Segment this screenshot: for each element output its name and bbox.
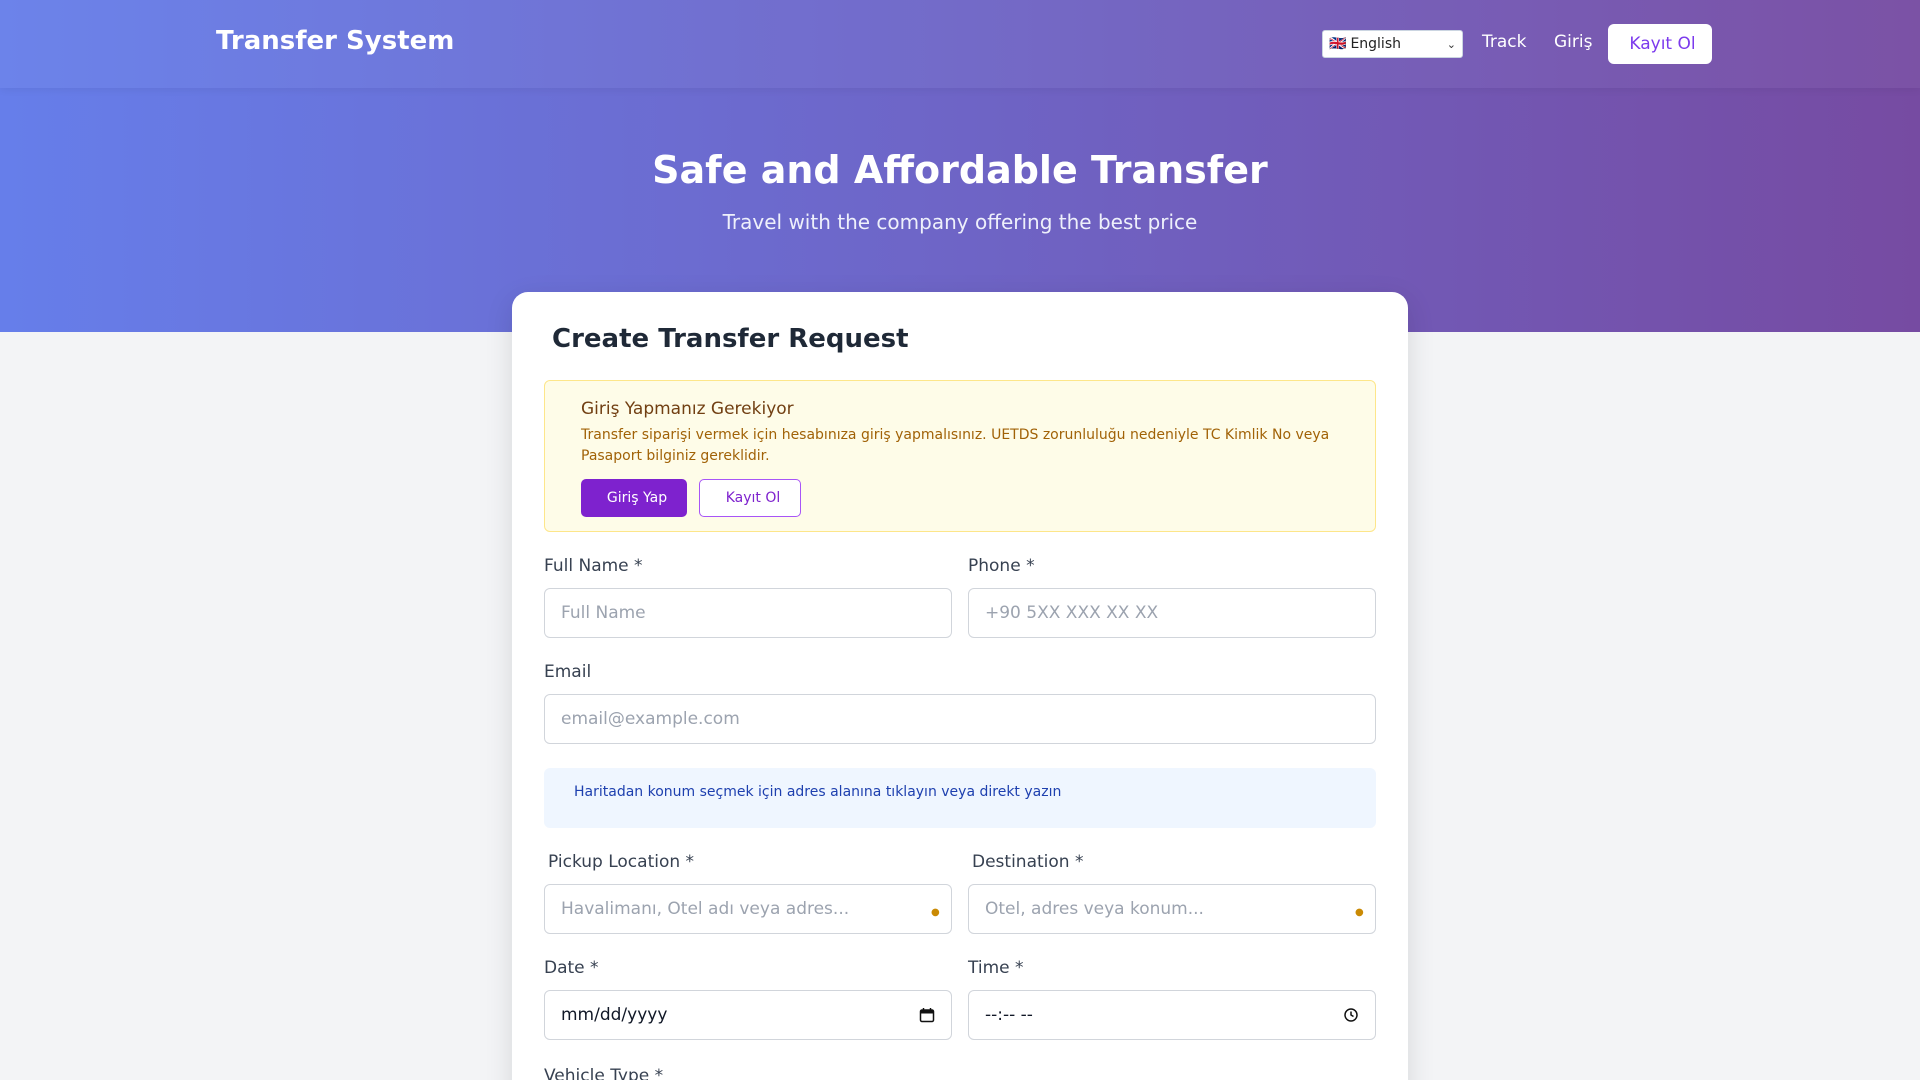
alert-login-label: Giriş Yap	[606, 490, 668, 506]
alert-text: Transfer siparişi vermek için hesabınıza…	[581, 427, 1330, 464]
transfer-form-card: Create Transfer Request Giriş Yapmanız G…	[512, 292, 1408, 1080]
full-name-placeholder: Full Name	[561, 603, 646, 623]
uk-flag-icon: 🇬🇧	[1329, 36, 1347, 52]
pickup-input[interactable]: Havalimanı, Otel adı veya adres... ●	[544, 884, 952, 934]
destination-label-text: Destination *	[972, 852, 1084, 872]
register-label: Kayıt Ol	[1629, 34, 1696, 54]
destination-label: Destination *	[968, 852, 1083, 872]
language-value: English	[1350, 36, 1401, 52]
calendar-icon[interactable]	[919, 1007, 935, 1023]
clock-icon[interactable]	[1343, 1007, 1359, 1023]
email-placeholder: email@example.com	[561, 709, 740, 729]
form-title-text: Create Transfer Request	[552, 324, 909, 354]
pickup-label-text: Pickup Location *	[548, 852, 695, 872]
phone-placeholder: +90 5XX XXX XX XX	[985, 603, 1159, 623]
track-link[interactable]: Track	[1478, 32, 1526, 52]
brand-name: Transfer System	[216, 26, 455, 56]
email-label: Email	[544, 662, 592, 682]
alert-login-button[interactable]: Giriş Yap	[581, 479, 687, 517]
hero-title: Safe and Affordable Transfer	[652, 148, 1268, 192]
destination-placeholder: Otel, adres veya konum...	[985, 899, 1204, 919]
time-value: --:-- --	[985, 1005, 1033, 1025]
full-name-input[interactable]: Full Name	[544, 588, 952, 638]
map-info-box: Haritadan konum seçmek için adres alanın…	[544, 768, 1376, 828]
track-label: Track	[1482, 32, 1527, 52]
vehicle-type-label: Vehicle Type *	[544, 1066, 664, 1080]
login-label: Giriş	[1554, 32, 1593, 52]
date-value: mm/dd/yyyy	[561, 1005, 668, 1025]
destination-input[interactable]: Otel, adres veya konum... ●	[968, 884, 1376, 934]
language-select[interactable]: 🇬🇧 English ⌄	[1322, 30, 1463, 58]
alert-register-label: Kayıt Ol	[725, 490, 781, 506]
register-button[interactable]: Kayıt Ol	[1608, 24, 1712, 64]
login-required-alert: Giriş Yapmanız Gerekiyor Transfer sipari…	[544, 380, 1376, 532]
navbar: Transfer System 🇬🇧 English ⌄ Track Giriş…	[0, 0, 1920, 88]
brand[interactable]: Transfer System	[208, 26, 454, 56]
time-input[interactable]: --:-- --	[968, 990, 1376, 1040]
form-title: Create Transfer Request	[544, 324, 909, 354]
phone-input[interactable]: +90 5XX XXX XX XX	[968, 588, 1376, 638]
alert-title: Giriş Yapmanız Gerekiyor	[581, 399, 794, 419]
time-label: Time *	[968, 958, 1024, 978]
date-label: Date *	[544, 958, 599, 978]
loading-dot-icon: ●	[931, 907, 940, 918]
pickup-label: Pickup Location *	[544, 852, 694, 872]
email-input[interactable]: email@example.com	[544, 694, 1376, 744]
phone-label: Phone *	[968, 556, 1035, 576]
loading-dot-icon: ●	[1355, 907, 1364, 918]
hero-subtitle: Travel with the company offering the bes…	[722, 210, 1198, 234]
date-input[interactable]: mm/dd/yyyy	[544, 990, 952, 1040]
full-name-label: Full Name *	[544, 556, 643, 576]
alert-register-button[interactable]: Kayıt Ol	[699, 479, 801, 517]
map-info-text: Haritadan konum seçmek için adres alanın…	[574, 784, 1062, 800]
login-link[interactable]: Giriş	[1550, 32, 1592, 52]
pickup-placeholder: Havalimanı, Otel adı veya adres...	[561, 899, 850, 919]
chevron-down-icon: ⌄	[1446, 37, 1456, 51]
